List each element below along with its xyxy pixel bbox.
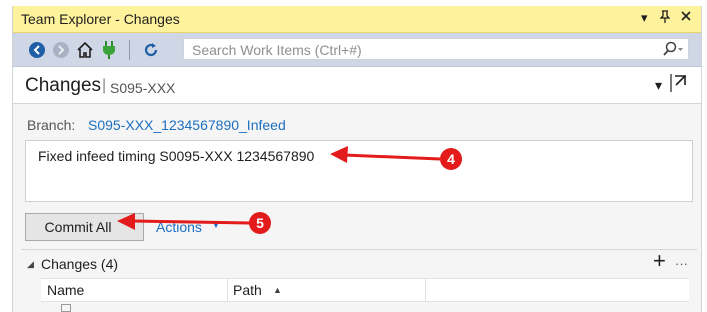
annotation-layer: 4 5 (117, 146, 462, 234)
annotation-4: 4 (330, 146, 462, 170)
annotation-5-label: 5 (256, 215, 264, 231)
annotation-5: 5 (117, 212, 271, 234)
annotation-4-label: 4 (447, 151, 455, 167)
